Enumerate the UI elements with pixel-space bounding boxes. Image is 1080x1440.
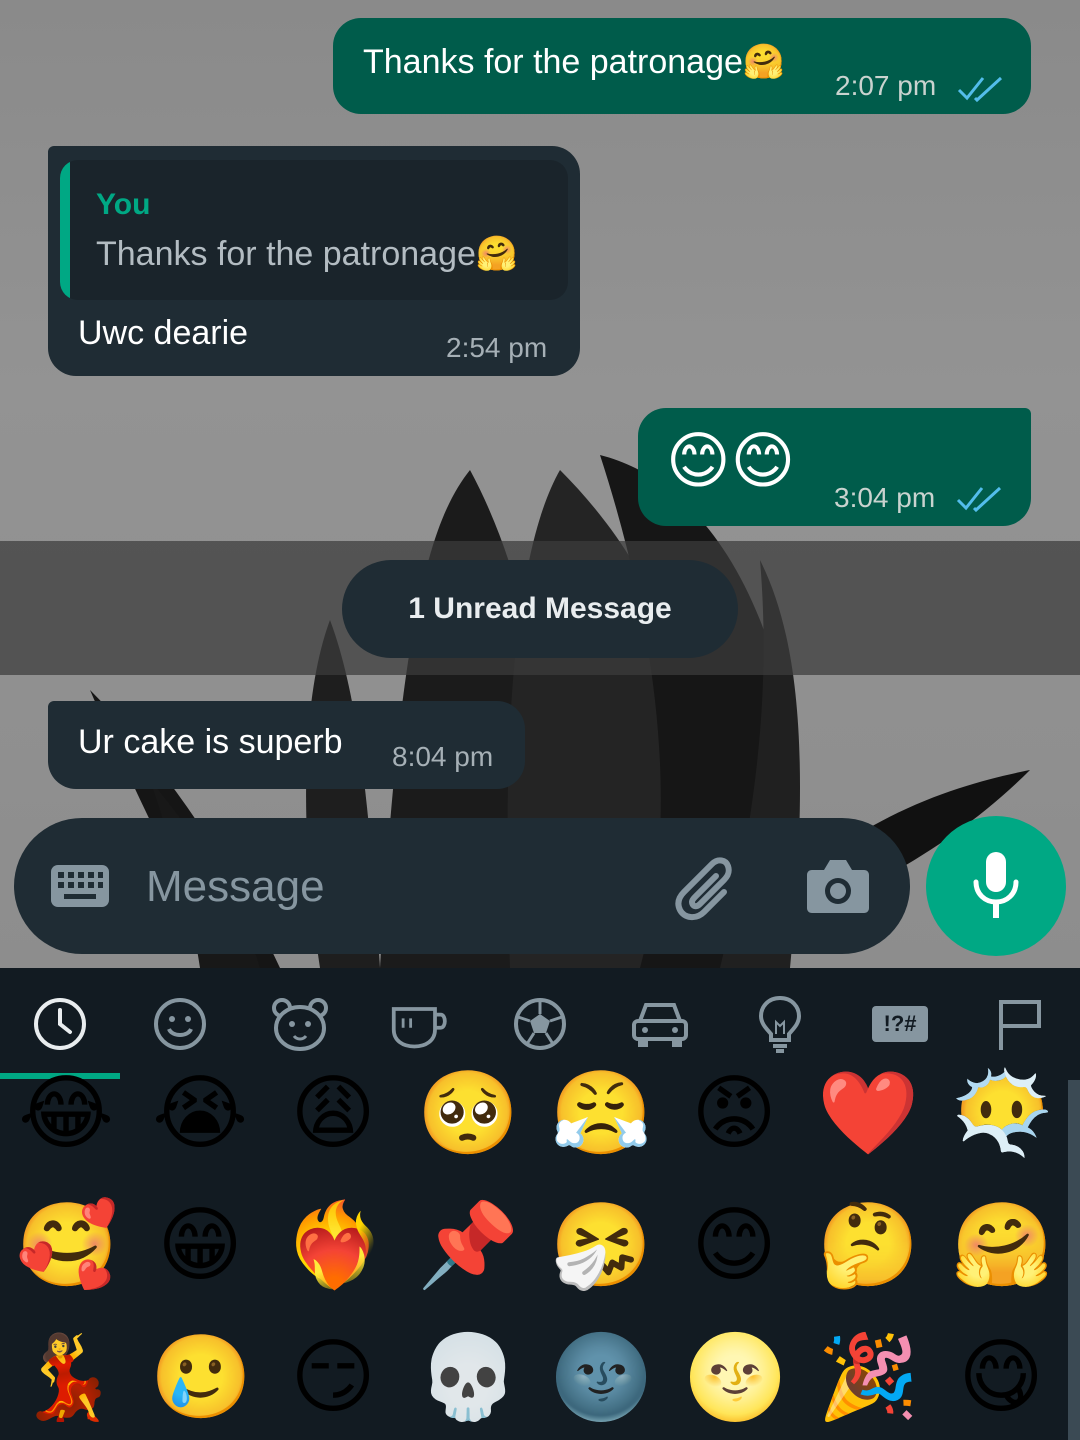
emoji-key[interactable]: 😋 [951, 1328, 1051, 1428]
emoji-category-flags[interactable] [990, 994, 1050, 1054]
clock-icon [34, 998, 86, 1050]
message-text: 😊😊 [666, 427, 796, 496]
emoji-category-activities[interactable] [510, 994, 570, 1054]
emoji-key[interactable]: 🤔 [817, 1196, 919, 1296]
emoji-key[interactable]: 🤗 [951, 1196, 1053, 1296]
emoji-grid: 😂 😭 😩 🥺 😤 😡 ❤️ 😶‍🌫️ 🥰 😁 ❤️‍🔥 📌 🤧 😊 🤔 🤗 💃 🥲 😏 💀 🌚 🌝 🎉 😋 [0, 1068, 1070, 1440]
car-icon [632, 1003, 688, 1047]
message-bubble-incoming[interactable]: You Thanks for the patronage🤗 Uwc dearie… [48, 146, 580, 376]
emoji-key[interactable]: ❤️‍🔥 [283, 1196, 385, 1296]
emoji-category-symbols[interactable]: !?# [866, 994, 934, 1054]
emoji-category-smileys[interactable] [150, 994, 210, 1054]
keyboard-icon[interactable] [50, 864, 110, 908]
flag-icon [999, 1000, 1041, 1050]
message-bubble-incoming[interactable]: Ur cake is superb 8:04 pm [48, 701, 525, 789]
message-time: 3:04 pm [834, 482, 936, 513]
voice-record-button[interactable] [926, 816, 1066, 956]
emoji-key[interactable]: ❤️ [817, 1064, 919, 1164]
quote-author: You [96, 188, 151, 221]
emoji-key[interactable]: 🥰 [16, 1196, 118, 1296]
emoji-category-bar: !?# [0, 968, 1080, 1079]
emoji-keyboard: !?# 😂 😭 😩 🥺 😤 😡 ❤️ 😶‍🌫️ 🥰 😁 ❤️‍🔥 📌 🤧 😊 🤔 🤗 💃 🥲 😏 💀 🌚 🌝 🎉 😋 [0, 968, 1080, 1440]
attach-icon[interactable] [672, 852, 742, 922]
emoji-key[interactable]: 🥲 [150, 1328, 252, 1428]
coffee-cup-icon [391, 1007, 447, 1049]
message-input[interactable] [144, 848, 628, 926]
emoji-category-recent[interactable] [30, 994, 90, 1054]
emoji-key[interactable]: 📌 [417, 1196, 519, 1296]
emoji-key[interactable]: 😩 [283, 1064, 383, 1164]
message-text: Ur cake is superb [78, 723, 343, 761]
symbols-icon: !?# [872, 1006, 928, 1042]
emoji-key[interactable]: 😂 [16, 1064, 116, 1164]
camera-icon[interactable] [806, 856, 870, 914]
message-composer [14, 818, 910, 954]
message-text: Uwc dearie [78, 314, 249, 352]
emoji-key[interactable]: 😡 [684, 1064, 784, 1164]
quote-accent-bar [60, 160, 70, 300]
soccer-ball-icon [514, 998, 566, 1050]
emoji-key[interactable]: 🤧 [550, 1196, 652, 1296]
emoji-key[interactable]: 🌚 [550, 1328, 652, 1428]
message-text: Thanks for the patronage🤗 [363, 43, 786, 81]
symbols-label: !?# [883, 1011, 917, 1036]
emoji-key[interactable]: 😁 [150, 1196, 250, 1296]
quoted-message[interactable]: You Thanks for the patronage🤗 [60, 160, 568, 300]
emoji-key[interactable]: 😭 [150, 1064, 250, 1164]
microphone-icon [973, 852, 1019, 918]
emoji-key[interactable]: 🎉 [817, 1328, 919, 1428]
emoji-key[interactable]: 💃 [16, 1328, 118, 1428]
read-ticks-icon [956, 486, 1002, 513]
emoji-key[interactable]: 😤 [550, 1064, 652, 1164]
message-bubble-outgoing[interactable]: 😊😊 3:04 pm [638, 408, 1031, 526]
bear-icon [272, 998, 328, 1051]
emoji-category-objects[interactable] [750, 994, 810, 1054]
message-time: 2:54 pm [446, 332, 548, 363]
emoji-category-food[interactable] [390, 994, 450, 1054]
chat-area[interactable]: Thanks for the patronage🤗 2:07 pm You Th… [0, 0, 1080, 968]
emoji-scrollbar[interactable] [1068, 1080, 1080, 1440]
emoji-category-animals[interactable] [270, 994, 330, 1054]
lightbulb-icon [758, 995, 802, 1053]
emoji-category-travel[interactable] [630, 994, 690, 1054]
unread-messages-badge: 1 Unread Message [342, 560, 738, 658]
emoji-key[interactable]: 😊 [684, 1196, 784, 1296]
emoji-key[interactable]: 🌝 [684, 1328, 786, 1428]
emoji-key[interactable]: 😏 [283, 1328, 383, 1428]
emoji-key[interactable]: 😶‍🌫️ [951, 1064, 1053, 1164]
quote-text: Thanks for the patronage🤗 [96, 235, 519, 273]
smiley-icon [154, 998, 206, 1050]
read-ticks-icon [957, 76, 1003, 103]
message-time: 8:04 pm [392, 741, 494, 772]
emoji-key[interactable]: 🥺 [417, 1064, 519, 1164]
emoji-key[interactable]: 💀 [417, 1328, 519, 1428]
message-time: 2:07 pm [835, 70, 937, 101]
message-bubble-outgoing[interactable]: Thanks for the patronage🤗 2:07 pm [333, 18, 1031, 114]
